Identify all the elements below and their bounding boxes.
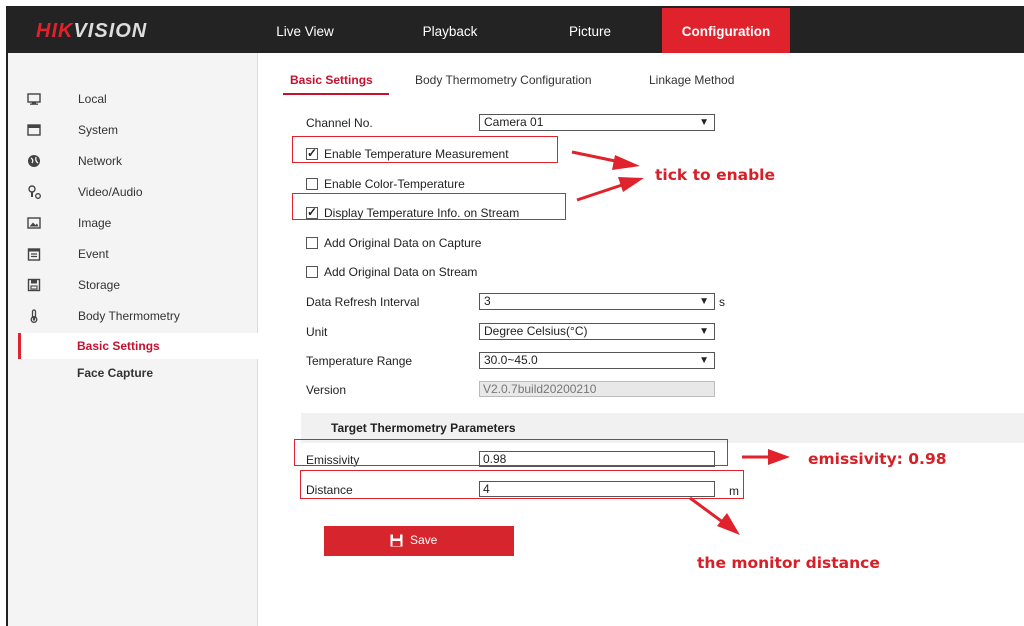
globe-icon bbox=[28, 155, 40, 167]
sidebar-subitem-label: Basic Settings bbox=[77, 339, 160, 353]
sidebar-item-label: Body Thermometry bbox=[78, 309, 180, 323]
nav-tab-playback[interactable]: Playback bbox=[410, 8, 490, 53]
checkbox-unchecked-icon bbox=[306, 237, 318, 249]
sidebar-item-video-audio[interactable]: Video/Audio bbox=[8, 177, 258, 207]
checkbox-unchecked-icon bbox=[306, 178, 318, 190]
sidebar-item-system[interactable]: System bbox=[8, 115, 258, 145]
temperature-range-label: Temperature Range bbox=[306, 354, 413, 368]
top-navigation-bar: HIKVISION Live View Playback Picture Con… bbox=[8, 8, 1024, 53]
sidebar-item-label: Image bbox=[78, 216, 112, 230]
checkbox-label: Enable Color-Temperature bbox=[324, 177, 465, 191]
annotation-monitor-distance: the monitor distance bbox=[697, 554, 880, 572]
checkbox-label: Add Original Data on Capture bbox=[324, 236, 482, 250]
subtab-linkage-method[interactable]: Linkage Method bbox=[649, 73, 734, 87]
sidebar-item-label: Event bbox=[78, 247, 109, 261]
image-icon bbox=[27, 217, 41, 229]
subtab-body-thermometry-configuration[interactable]: Body Thermometry Configuration bbox=[415, 73, 592, 87]
sidebar-item-event[interactable]: Event bbox=[8, 239, 258, 269]
annotation-emissivity: emissivity: 0.98 bbox=[808, 450, 947, 468]
unit-value: Degree Celsius(°C) bbox=[484, 324, 588, 338]
highlight-box-display-temperature bbox=[292, 193, 566, 220]
storage-icon bbox=[27, 278, 41, 292]
highlight-box-enable-temperature bbox=[292, 136, 558, 163]
nav-tab-live-view[interactable]: Live View bbox=[270, 8, 340, 53]
subtab-basic-settings[interactable]: Basic Settings bbox=[290, 73, 373, 87]
chevron-down-icon: ▼ bbox=[699, 355, 709, 366]
sidebar-subitem-face-capture[interactable]: Face Capture bbox=[18, 360, 258, 386]
save-button[interactable]: Save bbox=[324, 526, 514, 556]
sidebar-item-local[interactable]: Local bbox=[8, 84, 258, 114]
monitor-icon bbox=[27, 93, 41, 105]
active-subtab-indicator bbox=[283, 93, 389, 95]
channel-value: Camera 01 bbox=[484, 115, 544, 129]
highlight-box-distance bbox=[300, 470, 744, 499]
sidebar-item-label: Local bbox=[78, 92, 107, 106]
enable-color-temperature-checkbox[interactable]: Enable Color-Temperature bbox=[306, 177, 465, 193]
sidebar-item-storage[interactable]: Storage bbox=[8, 270, 258, 300]
calendar-icon bbox=[27, 248, 41, 261]
sidebar-item-label: System bbox=[78, 123, 119, 137]
sidebar: Local System Network Video/Audio Image E… bbox=[8, 53, 258, 626]
refresh-unit: s bbox=[719, 295, 725, 309]
chevron-down-icon: ▼ bbox=[699, 326, 709, 337]
highlight-box-emissivity bbox=[294, 439, 728, 466]
checkbox-label: Add Original Data on Stream bbox=[324, 265, 478, 279]
floppy-disk-icon bbox=[390, 534, 403, 547]
version-field: V2.0.7build20200210 bbox=[479, 381, 715, 397]
sidebar-subitem-label: Face Capture bbox=[77, 366, 154, 380]
sidebar-item-image[interactable]: Image bbox=[8, 208, 258, 238]
refresh-interval-label: Data Refresh Interval bbox=[306, 295, 420, 309]
thermometer-icon bbox=[30, 309, 38, 323]
video-audio-icon bbox=[28, 185, 41, 199]
checkbox-unchecked-icon bbox=[306, 266, 318, 278]
refresh-interval-value: 3 bbox=[484, 294, 491, 308]
version-label: Version bbox=[306, 383, 347, 397]
chevron-down-icon: ▼ bbox=[699, 117, 709, 128]
hikvision-logo: HIKVISION bbox=[36, 20, 148, 42]
chevron-down-icon: ▼ bbox=[699, 296, 709, 307]
system-icon bbox=[27, 124, 41, 136]
sidebar-subitem-basic-settings[interactable]: Basic Settings bbox=[18, 333, 258, 359]
sidebar-item-label: Storage bbox=[78, 278, 121, 292]
sidebar-item-body-thermometry[interactable]: Body Thermometry bbox=[8, 301, 258, 331]
temperature-range-select[interactable]: 30.0~45.0 ▼ bbox=[479, 352, 715, 369]
channel-label: Channel No. bbox=[306, 116, 373, 130]
app-window: HIKVISION Live View Playback Picture Con… bbox=[6, 6, 1024, 626]
unit-label: Unit bbox=[306, 325, 328, 339]
sidebar-item-label: Video/Audio bbox=[78, 185, 143, 199]
annotation-tick-to-enable: tick to enable bbox=[655, 166, 775, 184]
add-original-data-capture-checkbox[interactable]: Add Original Data on Capture bbox=[306, 236, 481, 252]
nav-tab-picture[interactable]: Picture bbox=[555, 8, 625, 53]
refresh-interval-select[interactable]: 3 ▼ bbox=[479, 293, 715, 310]
temperature-range-value: 30.0~45.0 bbox=[484, 353, 538, 367]
nav-tab-configuration[interactable]: Configuration bbox=[662, 8, 790, 53]
add-original-data-stream-checkbox[interactable]: Add Original Data on Stream bbox=[306, 265, 477, 281]
sidebar-item-network[interactable]: Network bbox=[8, 146, 258, 176]
channel-select[interactable]: Camera 01 ▼ bbox=[479, 114, 715, 131]
sidebar-item-label: Network bbox=[78, 154, 123, 168]
unit-select[interactable]: Degree Celsius(°C) ▼ bbox=[479, 323, 715, 340]
